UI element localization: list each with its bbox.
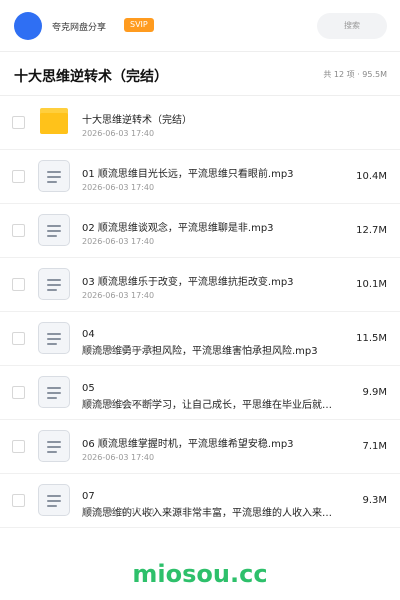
list-item[interactable]: 01 顺流思维目光长远，平流思维只看眼前.mp3 2026-06-03 17:4…	[0, 150, 400, 204]
list-item[interactable]: 07 顺流思维的人收入来源非常丰富，平流思维的人收入来源单一.mp3 2026-…	[0, 474, 400, 528]
file-size: 12.7M	[356, 225, 387, 236]
file-name-line1: 07	[82, 491, 95, 502]
page-title: 十大思维逆转术（完结）	[14, 69, 168, 85]
list-item[interactable]: 05 顺流思维会不断学习，让自己成长，平思维在毕业后就停止学习.mp3 2026…	[0, 366, 400, 420]
list-item[interactable]: 十大思维逆转术（完结） 2026-06-03 17:40	[0, 96, 400, 150]
file-icon	[38, 268, 70, 300]
file-icon	[38, 160, 70, 192]
file-name: 01 顺流思维目光长远，平流思维只看眼前.mp3	[82, 169, 294, 180]
select-checkbox[interactable]	[12, 116, 25, 129]
select-checkbox[interactable]	[12, 386, 25, 399]
select-checkbox[interactable]	[12, 494, 25, 507]
file-icon	[38, 322, 70, 354]
file-size: 10.1M	[356, 279, 387, 290]
vip-badge: SVIP	[124, 18, 154, 32]
select-checkbox[interactable]	[12, 224, 25, 237]
file-name-line1: 05	[82, 383, 95, 394]
folder-icon	[40, 108, 68, 134]
file-name: 04 顺流思维勇于承担风险，平流思维害怕承担风险.mp3	[82, 326, 342, 360]
select-checkbox[interactable]	[12, 170, 25, 183]
file-icon	[38, 430, 70, 462]
list-item[interactable]: 04 顺流思维勇于承担风险，平流思维害怕承担风险.mp3 2026-06-03 …	[0, 312, 400, 366]
file-size: 9.3M	[362, 495, 387, 506]
select-checkbox[interactable]	[12, 332, 25, 345]
list-item[interactable]: 03 顺流思维乐于改变，平流思维抗拒改变.mp3 2026-06-03 17:4…	[0, 258, 400, 312]
select-checkbox[interactable]	[12, 440, 25, 453]
file-icon	[38, 214, 70, 246]
folder-header: 十大思维逆转术（完结） 共 12 项 · 95.5M	[0, 52, 400, 96]
watermark: miosou.cc	[132, 560, 268, 588]
list-item[interactable]: 02 顺流思维谈观念，平流思维聊是非.mp3 2026-06-03 17:40 …	[0, 204, 400, 258]
file-icon	[38, 376, 70, 408]
file-name: 03 顺流思维乐于改变，平流思维抗拒改变.mp3	[82, 277, 294, 288]
file-list: 十大思维逆转术（完结） 2026-06-03 17:40 01 顺流思维目光长远…	[0, 96, 400, 528]
file-date: 2026-06-03 17:40	[82, 183, 155, 192]
file-size: 7.1M	[362, 441, 387, 452]
file-date: 2026-06-03 17:40	[82, 237, 155, 246]
file-size: 11.5M	[356, 333, 387, 344]
file-icon	[38, 484, 70, 516]
file-date: 2026-06-03 17:40	[82, 345, 155, 354]
avatar[interactable]	[14, 12, 42, 40]
select-checkbox[interactable]	[12, 278, 25, 291]
app-name: 夸克网盘分享	[52, 23, 107, 33]
file-date: 2026-06-03 17:40	[82, 399, 155, 408]
search-input[interactable]: 搜索	[317, 13, 387, 39]
file-date: 2026-06-03 17:40	[82, 507, 155, 516]
file-date: 2026-06-03 17:40	[82, 291, 155, 300]
file-name: 06 顺流思维掌握时机，平流思维希望安稳.mp3	[82, 439, 294, 450]
file-name-line1: 04	[82, 329, 95, 340]
file-size: 10.4M	[356, 171, 387, 182]
file-name: 十大思维逆转术（完结）	[82, 115, 192, 126]
file-name: 02 顺流思维谈观念，平流思维聊是非.mp3	[82, 223, 274, 234]
file-date: 2026-06-03 17:40	[82, 129, 155, 138]
list-item[interactable]: 06 顺流思维掌握时机，平流思维希望安稳.mp3 2026-06-03 17:4…	[0, 420, 400, 474]
item-summary: 共 12 项 · 95.5M	[323, 70, 387, 79]
file-date: 2026-06-03 17:40	[82, 453, 155, 462]
top-bar: 夸克网盘分享 SVIP 搜索	[0, 0, 400, 52]
file-name: 07 顺流思维的人收入来源非常丰富，平流思维的人收入来源单一.mp3	[82, 488, 342, 522]
file-name: 05 顺流思维会不断学习，让自己成长，平思维在毕业后就停止学习.mp3	[82, 380, 342, 414]
file-size: 9.9M	[362, 387, 387, 398]
